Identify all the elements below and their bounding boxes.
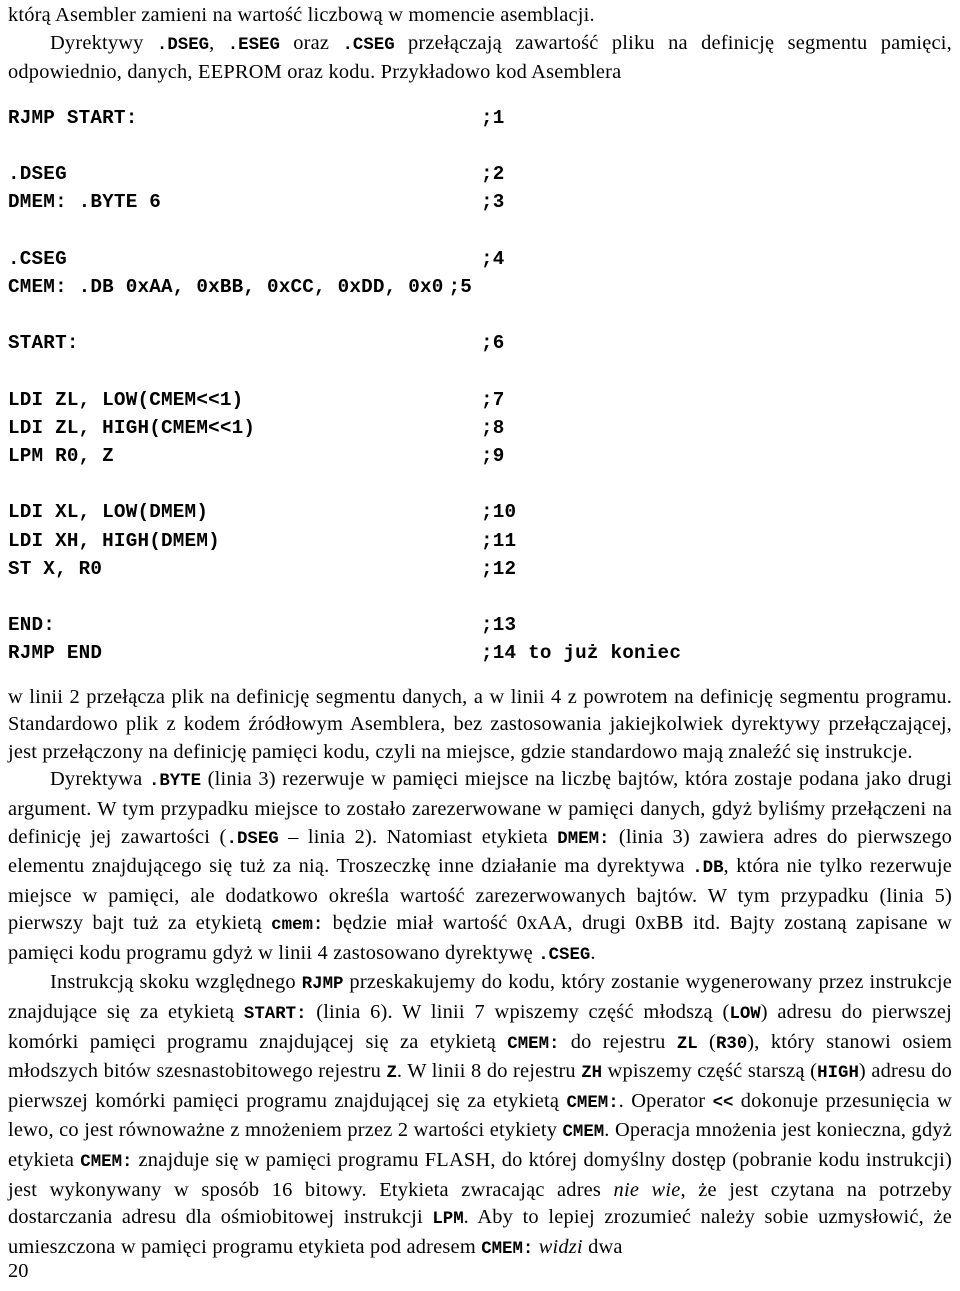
code-cmem-value: CMEM [562, 1123, 605, 1143]
code-listing-body: RJMP START: ;1 .DSEG ;2 DMEM: .BYTE 6 ;3 .CSEG… [8, 104, 952, 668]
code-line: .CSEG ;4 [8, 245, 952, 273]
emphasis-widzi: widzi [538, 1235, 583, 1258]
code-low: LOW [729, 1005, 761, 1025]
code-line: RJMP END ;14 to już koniec [8, 639, 952, 667]
code-start-label: START: [243, 1005, 307, 1025]
code-high: HIGH [817, 1064, 859, 1084]
code-line-comment: ;2 [481, 163, 505, 186]
code-dmem-label: DMEM: [557, 829, 610, 849]
code-zl: ZL [676, 1034, 698, 1054]
code-line: DMEM: .BYTE 6 ;3 [8, 188, 952, 216]
code-rjmp: RJMP [301, 975, 344, 995]
code-cmem-lower: cmem: [271, 916, 324, 936]
code-cmem-label-2: CMEM: [566, 1093, 619, 1113]
code-cseg: .CSEG [342, 35, 395, 55]
code-line-source: LDI XL, LOW(DMEM) [8, 501, 209, 524]
intro-line-text: którą Asembler zamieni na wartość liczbo… [8, 4, 595, 26]
paragraph-byte-directive: Dyrektywa .BYTE (linia 3) rezerwuje w pa… [8, 766, 952, 969]
code-cmem-label-1: CMEM: [507, 1034, 560, 1054]
code-line-source: LDI ZL, HIGH(CMEM<<1) [8, 416, 256, 439]
code-line-comment: ;3 [481, 191, 505, 214]
code-line-comment: ;9 [481, 445, 505, 468]
text-run: ( [697, 1030, 716, 1053]
text-run: w linii 2 przełącza plik na definicję se… [8, 685, 952, 763]
paragraph-segments: w linii 2 przełącza plik na definicję se… [8, 684, 952, 767]
code-line-comment: ;13 [481, 614, 517, 637]
code-line: END: ;13 [8, 611, 952, 639]
code-line: LDI ZL, HIGH(CMEM<<1) ;8 [8, 414, 952, 442]
text-run: Dyrektywa [50, 768, 149, 791]
code-line-source: .DSEG [8, 163, 67, 186]
code-cmem-label-3: CMEM: [80, 1153, 133, 1173]
code-line: RJMP START: ;1 [8, 104, 952, 132]
text-run: . W linii 8 do rejestru [396, 1060, 582, 1083]
text-run: , [209, 31, 228, 54]
code-listing: RJMP START: ;1 .DSEG ;2 DMEM: .BYTE 6 ;3 .CSEG… [8, 104, 952, 668]
emphasis-nie-wie: nie wie [613, 1178, 681, 1201]
code-eseg: .ESEG [227, 35, 280, 55]
code-line: START: ;6 [8, 329, 952, 357]
code-line-comment: ;1 [481, 106, 505, 129]
code-line-comment: ;7 [481, 388, 505, 411]
text-run: do rejestru [559, 1030, 677, 1053]
code-line-comment: ;8 [481, 416, 505, 439]
text-run: (linia 6). W linii 7 wpiszemy część młod… [306, 1001, 730, 1024]
code-cmem-label-4: CMEM: [481, 1239, 534, 1259]
code-line-source: CMEM: .DB 0xAA, 0xBB, 0xCC, 0xDD, 0x0 [8, 275, 444, 298]
code-r30: R30 [715, 1034, 748, 1054]
code-line-source: ST X, R0 [8, 557, 103, 580]
code-line-comment: ;11 [481, 529, 517, 552]
code-cseg-ref: .CSEG [538, 945, 591, 965]
code-dseg-ref: .DSEG [226, 829, 279, 849]
code-line-source: LPM R0, Z [8, 445, 114, 468]
code-line-source: RJMP END [8, 642, 103, 665]
code-line: LDI ZL, LOW(CMEM<<1) ;7 [8, 386, 952, 414]
text-run: dwa [582, 1235, 623, 1258]
code-zh: ZH [581, 1064, 603, 1084]
code-line: CMEM: .DB 0xAA, 0xBB, 0xCC, 0xDD, 0x0 ;5 [8, 273, 952, 301]
code-line-comment: ;6 [481, 332, 505, 355]
code-line-comment: ;5 [448, 275, 473, 298]
code-line-source: RJMP START: [8, 106, 138, 129]
code-line-source: START: [8, 332, 79, 355]
code-line-source: DMEM: .BYTE 6 [8, 191, 162, 214]
code-line-source: LDI XH, HIGH(DMEM) [8, 529, 220, 552]
code-lpm: LPM [432, 1210, 464, 1230]
code-line-source: .CSEG [8, 247, 67, 270]
code-byte: .BYTE [148, 772, 202, 792]
paragraph-directives: Dyrektywy .DSEG, .ESEG oraz .CSEG przełą… [8, 30, 952, 87]
text-run: Instrukcją skoku względnego [50, 971, 302, 994]
page-number: 20 [8, 1260, 29, 1282]
text-run: Dyrektywy [50, 31, 157, 54]
code-line-comment: ;4 [481, 247, 505, 270]
code-line: ST X, R0 ;12 [8, 555, 952, 583]
code-z: Z [386, 1064, 397, 1084]
code-line-comment: ;14 to już koniec [481, 642, 682, 665]
code-line: .DSEG ;2 [8, 160, 952, 188]
code-line-source: LDI ZL, LOW(CMEM<<1) [8, 388, 244, 411]
code-line-comment: ;10 [481, 501, 517, 524]
code-line: LPM R0, Z ;9 [8, 442, 952, 470]
code-dseg: .DSEG [156, 35, 210, 55]
code-line-comment: ;12 [481, 557, 517, 580]
text-run: oraz [279, 31, 343, 54]
text-run: – linia 2). Natomiast etykieta [278, 825, 558, 848]
paragraph-rjmp-explanation: Instrukcją skoku względnego RJMP przeska… [8, 969, 952, 1263]
text-run: . Operator [618, 1089, 713, 1112]
code-db: .DB [692, 859, 724, 879]
text-run: . [590, 941, 596, 964]
code-line-source: END: [8, 614, 56, 637]
text-run: wpiszemy część starszą ( [602, 1060, 818, 1083]
document-page: którą Asembler zamieni na wartość liczbo… [0, 0, 960, 1291]
code-shift-operator: << [712, 1093, 734, 1113]
code-line: LDI XH, HIGH(DMEM) ;11 [8, 527, 952, 555]
paragraph-intro-continuation: którą Asembler zamieni na wartość liczbo… [8, 0, 952, 30]
code-line: LDI XL, LOW(DMEM) ;10 [8, 498, 952, 526]
